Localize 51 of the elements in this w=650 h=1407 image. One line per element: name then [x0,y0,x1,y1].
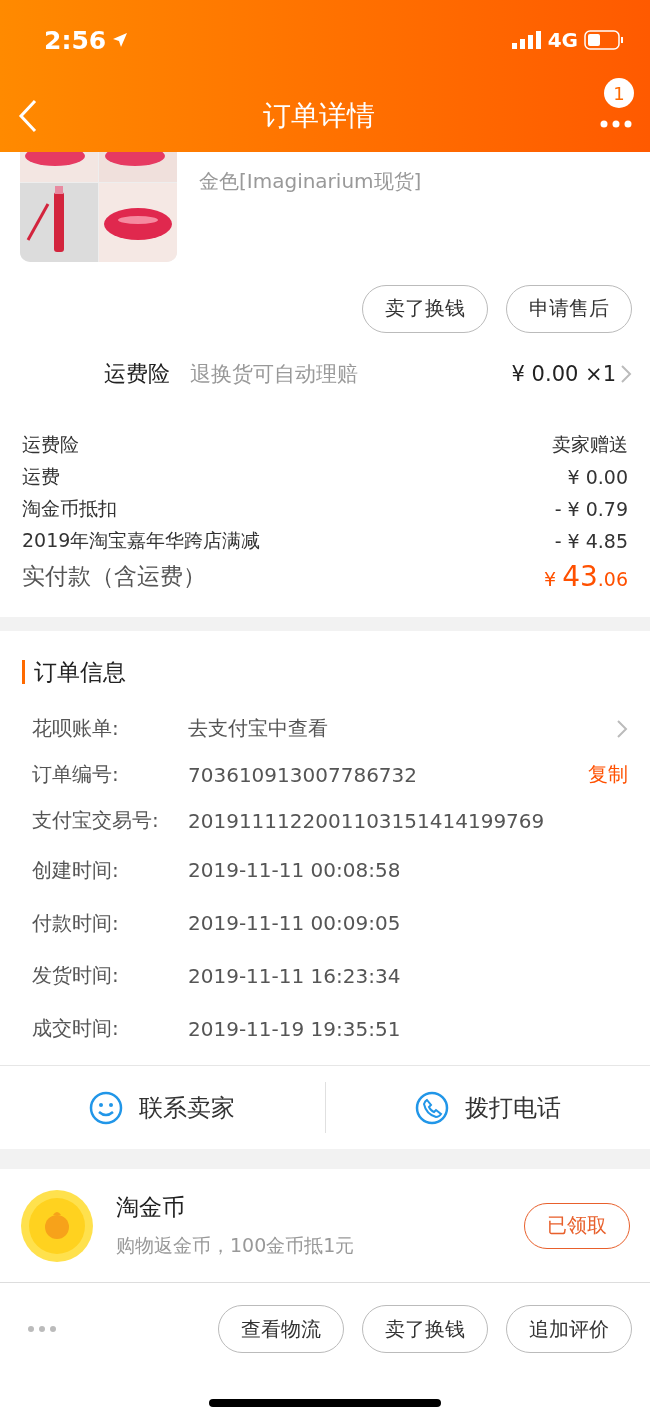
info-value: 2019-11-11 16:23:34 [188,963,402,988]
more-icon[interactable] [28,1326,56,1333]
insurance-price: ¥ 0.00 ×1 [511,361,616,386]
info-label: 花呗账单: [32,715,120,743]
fee-label: 淘金币抵扣 [22,495,117,521]
total-label: 实付款（含运费） [22,562,206,592]
info-value: 2019-11-19 19:35:51 [188,1016,402,1041]
page-title: 订单详情 [263,97,375,134]
status-time: 2:56 [44,25,107,55]
coin-icon [20,1188,94,1263]
action-button[interactable]: 卖了换钱 [362,284,488,333]
chevron-right-icon [616,718,628,739]
chevron-right-icon [620,363,632,384]
info-value: 2019111122001103151414199769 [188,808,546,833]
location-arrow-icon [112,32,129,48]
total-amount: ¥ 43.06 [544,560,628,594]
fee-value: 卖家赠送 [552,431,628,457]
fee-label: 2019年淘宝嘉年华跨店满减 [22,527,261,553]
phone-icon [414,1090,449,1125]
insurance-label: 运费险 [104,359,170,388]
product-sku: 金色[Imaginarium现货] [199,167,422,195]
info-value: 2019-11-11 00:09:05 [188,911,402,935]
fee-value: ¥ 0.00 [567,465,628,488]
more-icon[interactable] [600,119,632,128]
fee-value: - ¥ 4.85 [554,529,628,552]
back-icon[interactable] [18,98,38,133]
info-label: 创建时间: [32,856,120,884]
signal-icon [511,31,542,49]
info-value: 703610913007786732 [188,762,419,787]
action-button[interactable]: 查看物流 [218,1305,344,1354]
fee-label: 运费险 [22,431,79,457]
fee-value: - ¥ 0.79 [554,497,628,520]
fee-label: 运费 [22,463,60,489]
info-label: 订单编号: [32,761,120,789]
info-label: 支付宝交易号: [32,807,160,835]
battery-icon [584,30,624,50]
notification-badge: 1 [604,78,634,108]
network-label: 4G [547,28,578,52]
info-label: 成交时间: [32,1015,120,1043]
info-label: 付款时间: [32,909,120,937]
action-button[interactable]: 申请售后 [506,284,632,333]
section-title: 订单信息 [34,657,126,687]
info-label: 发货时间: [32,962,120,990]
action-button[interactable]: 追加评价 [506,1305,632,1354]
action-button[interactable]: 卖了换钱 [362,1305,488,1354]
info-link[interactable]: 去支付宝中查看 [188,715,616,743]
insurance-desc: 退换货可自动理赔 [190,360,359,388]
coins-desc: 购物返金币，100金币抵1元 [116,1233,356,1259]
coins-title: 淘金币 [116,1193,186,1223]
smiley-chat-icon [89,1090,124,1125]
info-value: 2019-11-11 00:08:58 [188,858,402,883]
